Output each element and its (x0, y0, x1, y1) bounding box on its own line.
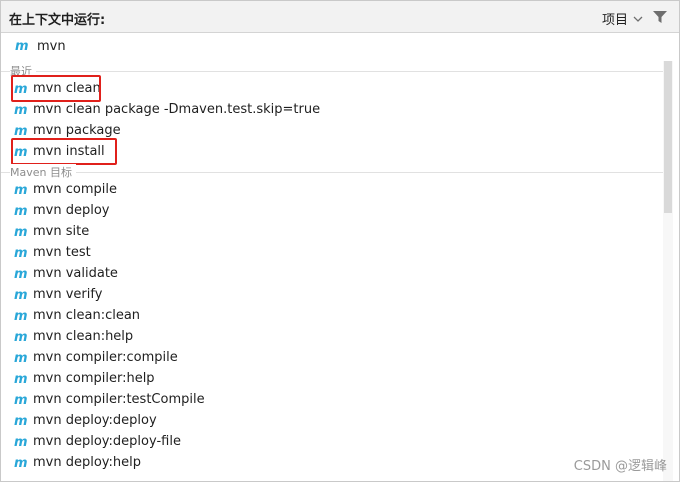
svg-text:m: m (14, 267, 28, 280)
list-item[interactable]: m mvn compile (1, 179, 665, 200)
watermark: CSDN @逻辑峰 (573, 459, 667, 474)
search-input[interactable] (37, 36, 637, 56)
svg-text:m: m (14, 204, 28, 217)
list-item[interactable]: m mvn compiler:compile (1, 347, 665, 368)
maven-icon: m (14, 103, 28, 116)
run-anything-popup: 在上下文中运行: 项目 m 最近 m mvn clean m mvn clean pac… (0, 0, 680, 482)
maven-icon: m (14, 225, 28, 238)
list-item[interactable]: m mvn clean:clean (1, 305, 665, 326)
list-item[interactable]: m mvn compiler:help (1, 368, 665, 389)
section-label: 最近 (10, 63, 36, 79)
list-item-label: mvn deploy:help (33, 455, 142, 470)
list-item-label: mvn clean (33, 81, 101, 96)
section-label: Maven 目标 (10, 164, 76, 180)
list-item[interactable]: m mvn clean (1, 75, 665, 102)
list-item[interactable]: m mvn deploy (1, 200, 665, 221)
maven-icon: m (14, 124, 28, 137)
maven-icon: m (14, 393, 28, 406)
svg-text:m: m (14, 225, 28, 238)
svg-text:m: m (14, 414, 28, 427)
svg-text:m: m (14, 145, 28, 158)
list-item[interactable]: m mvn package (1, 120, 665, 141)
svg-text:m: m (14, 124, 28, 137)
maven-icon: m (14, 309, 28, 322)
svg-text:m: m (14, 103, 28, 116)
list-item-label: mvn test (33, 245, 91, 260)
chevron-down-icon (633, 16, 643, 22)
maven-icon: m (14, 246, 28, 259)
svg-text:m: m (14, 393, 28, 406)
svg-text:m: m (15, 39, 29, 52)
list-item-label: mvn compiler:compile (33, 350, 178, 365)
svg-text:m: m (14, 372, 28, 385)
popup-header: 在上下文中运行: 项目 (1, 1, 679, 33)
list-item-label: mvn validate (33, 266, 118, 281)
section-divider (1, 172, 665, 173)
section-divider (1, 71, 665, 72)
maven-icon: m (14, 145, 28, 158)
svg-text:m: m (14, 330, 28, 343)
list-item[interactable]: m mvn deploy:deploy-file (1, 431, 665, 452)
svg-text:m: m (14, 183, 28, 196)
maven-icon: m (15, 39, 29, 52)
list-item-label: mvn clean:help (33, 329, 134, 344)
scope-label: 项目 (601, 13, 628, 28)
svg-text:m: m (14, 309, 28, 322)
list-item[interactable]: m mvn validate (1, 263, 665, 284)
list-item-label: mvn compile (33, 182, 117, 197)
maven-icon: m (14, 456, 28, 469)
svg-text:m: m (14, 246, 28, 259)
search-bar: m (1, 33, 679, 60)
list-item[interactable]: m mvn install (1, 138, 665, 165)
list-item[interactable]: m mvn clean package -Dmaven.test.skip=tru… (1, 99, 665, 120)
svg-text:m: m (14, 288, 28, 301)
list-item-label: mvn deploy:deploy (33, 413, 157, 428)
list-item[interactable]: m mvn test (1, 242, 665, 263)
maven-icon: m (14, 435, 28, 448)
svg-text:m: m (14, 82, 28, 95)
list-item[interactable]: m mvn site (1, 221, 665, 242)
maven-icon: m (14, 82, 28, 95)
scrollbar-thumb[interactable] (664, 61, 672, 213)
list-item-label: mvn deploy:deploy-file (33, 434, 181, 449)
maven-icon: m (14, 204, 28, 217)
maven-icon: m (14, 183, 28, 196)
list-item-label: mvn package (33, 123, 121, 138)
maven-icon: m (14, 330, 28, 343)
list-item[interactable]: m mvn compiler:testCompile (1, 389, 665, 410)
list-item-label: mvn compiler:help (33, 371, 155, 386)
list-item-label: mvn deploy (33, 203, 110, 218)
list-item-label: mvn clean:clean (33, 308, 141, 323)
list-item-label: mvn verify (33, 287, 103, 302)
filter-icon[interactable] (653, 10, 667, 24)
list-item-label: mvn install (33, 144, 105, 159)
scope-dropdown[interactable]: 项目 (602, 9, 643, 28)
list-item[interactable]: m mvn deploy:deploy (1, 410, 665, 431)
section-header-recent: 最近 (1, 61, 665, 79)
maven-icon: m (14, 372, 28, 385)
section-header-maven-goals: Maven 目标 (1, 162, 665, 180)
list-item-label: mvn clean package -Dmaven.test.skip=true (33, 102, 321, 117)
list-item[interactable]: m mvn deploy:help (1, 452, 665, 473)
list-item-label: mvn compiler:testCompile (33, 392, 205, 407)
svg-text:m: m (14, 456, 28, 469)
maven-icon: m (14, 288, 28, 301)
maven-icon: m (14, 351, 28, 364)
list-item[interactable]: m mvn verify (1, 284, 665, 305)
svg-text:m: m (14, 435, 28, 448)
scrollbar[interactable] (663, 61, 673, 481)
maven-icon: m (14, 414, 28, 427)
results-list: 最近 m mvn clean m mvn clean package -Dmaven.t… (1, 61, 665, 481)
popup-title: 在上下文中运行: (9, 13, 106, 28)
list-item-label: mvn site (33, 224, 90, 239)
maven-icon: m (14, 267, 28, 280)
list-item[interactable]: m mvn clean:help (1, 326, 665, 347)
svg-text:m: m (14, 351, 28, 364)
